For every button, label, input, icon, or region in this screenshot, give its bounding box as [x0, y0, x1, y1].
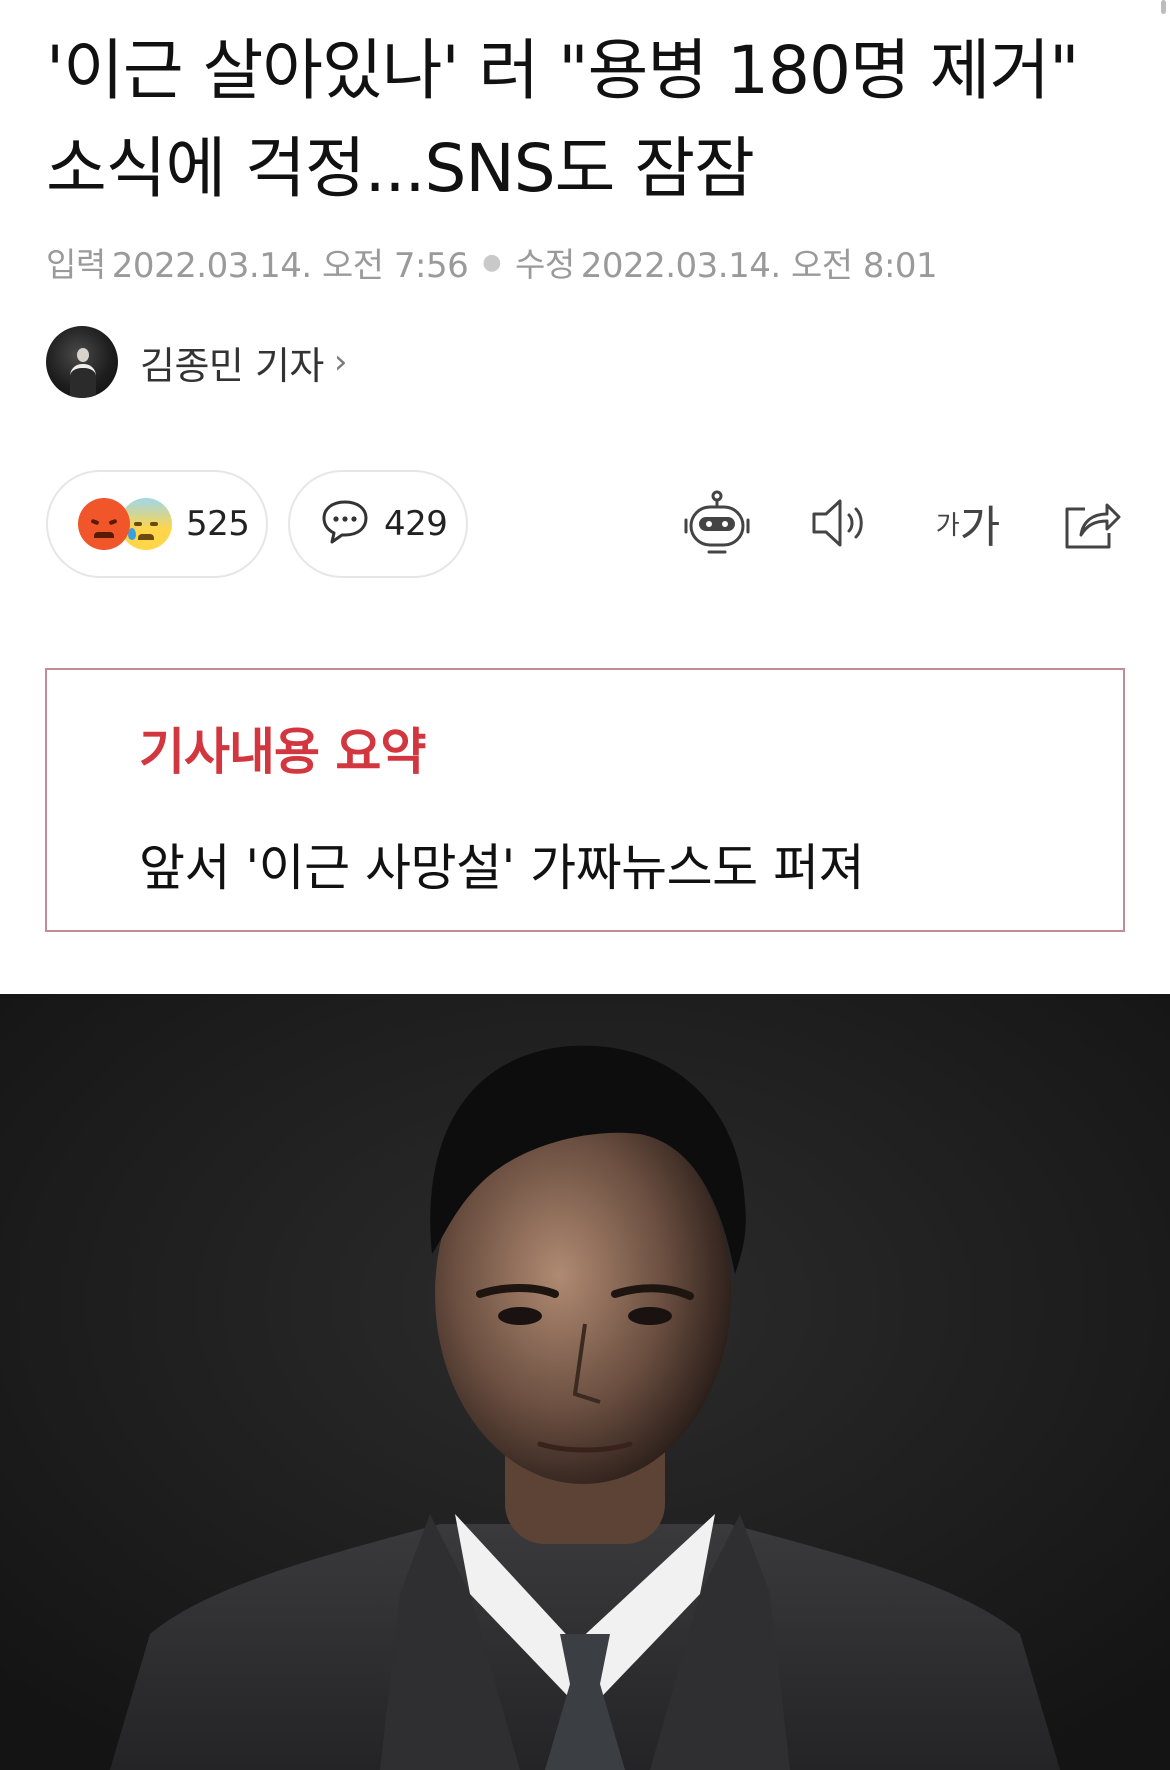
date-separator: ●	[482, 249, 501, 275]
input-date-label: 입력	[46, 245, 106, 284]
reaction-count: 525	[186, 504, 250, 544]
article-page: '이근 살아있나' 러 "용병 180명 제거" 소식에 걱정...SNS도 잠…	[0, 0, 1170, 1770]
font-size-icon[interactable]: 가가	[926, 488, 1010, 558]
font-size-large: 가	[959, 502, 1001, 553]
speech-bubble-icon	[320, 498, 370, 550]
author-name: 김종민 기자	[140, 343, 324, 388]
share-icon[interactable]	[1056, 488, 1126, 558]
angry-face-icon	[78, 498, 130, 550]
author-avatar	[46, 326, 118, 398]
author-link[interactable]: 김종민 기자 ›	[46, 326, 348, 398]
scrollbar[interactable]	[1161, 0, 1166, 14]
article-photo[interactable]	[0, 994, 1170, 1770]
input-date: 2022.03.14. 오전 7:56	[111, 245, 469, 286]
modified-date-label: 수정	[514, 245, 575, 284]
modified-date: 2022.03.14. 오전 8:01	[580, 245, 938, 286]
chevron-right-icon: ›	[333, 342, 348, 382]
article-summary-box: 기사내용 요약 앞서 '이근 사망설' 가짜뉴스도 퍼져	[45, 668, 1125, 932]
portrait-image	[0, 994, 1170, 1770]
summary-title: 기사내용 요약	[139, 723, 426, 781]
comment-count: 429	[384, 504, 448, 544]
speaker-icon[interactable]	[806, 488, 876, 558]
article-toolbar: 525 429 가 가	[46, 470, 1126, 578]
article-title: '이근 살아있나' 러 "용병 180명 제거" 소식에 걱정...SNS도 잠…	[46, 32, 1080, 207]
summary-text: 앞서 '이근 사망설' 가짜뉴스도 퍼져	[139, 839, 865, 897]
reaction-button[interactable]: 525	[46, 470, 268, 578]
article-dates: 입력 2022.03.14. 오전 7:56 ● 수정 2022.03.14. …	[46, 240, 938, 286]
robot-summary-icon[interactable]	[682, 488, 752, 558]
comment-button[interactable]: 429	[288, 470, 468, 578]
font-size-small: 가	[935, 510, 960, 541]
